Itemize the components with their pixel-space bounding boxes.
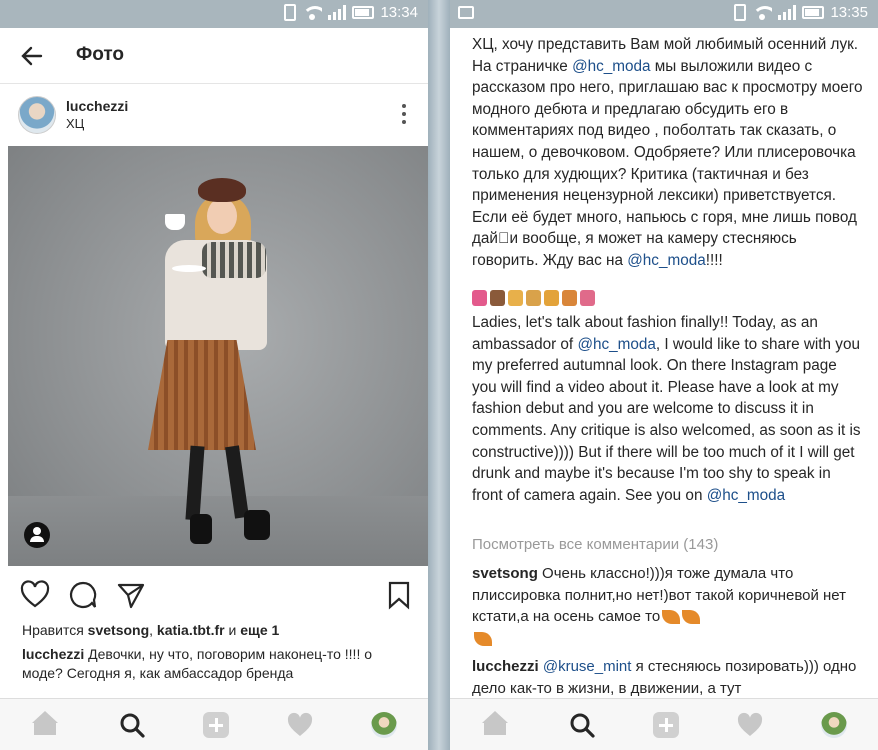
search-icon[interactable]: [118, 711, 146, 739]
likes-line: Нравится svetsong, katia.tbt.fr и еще 1: [22, 622, 418, 638]
post-username[interactable]: lucchezzi: [66, 98, 128, 114]
mention-hc-moda[interactable]: @hc_moda: [627, 252, 705, 269]
profile-avatar[interactable]: [370, 711, 398, 739]
comment-author[interactable]: svetsong: [472, 565, 538, 582]
caption-en-part2: , I would like to share with you my pref…: [472, 335, 861, 504]
add-icon[interactable]: [652, 711, 680, 739]
comment-svetsong: svetsong Очень классно!)))я тоже думала …: [472, 563, 862, 649]
screen-divider: [428, 0, 450, 750]
likes-more[interactable]: еще 1: [240, 622, 279, 638]
view-all-comments-link[interactable]: Посмотреть все комментарии (143): [472, 536, 718, 553]
wifi-icon: [302, 5, 323, 20]
photo-subject: [8, 146, 428, 566]
post-location[interactable]: ХЦ: [66, 116, 84, 131]
comment-author[interactable]: lucchezzi: [472, 658, 539, 675]
liker-svetsong[interactable]: svetsong: [88, 622, 149, 638]
app-bar: Фото: [0, 28, 428, 84]
likes-separator: ,: [149, 622, 157, 638]
left-screen: 13:34 Фото lucchezzi ХЦ Нравится svetson…: [0, 0, 428, 750]
caption-english: Ladies, let's talk about fashion finally…: [472, 312, 864, 506]
mention-kruse-mint[interactable]: @kruse_mint: [543, 658, 632, 675]
profile-avatar[interactable]: [820, 711, 848, 739]
share-icon[interactable]: [116, 580, 146, 610]
handbag-emoji-icon: [562, 290, 577, 306]
caption-ru-part2: мы выложили видео с рассказом про него, …: [472, 57, 863, 269]
post-header: lucchezzi ХЦ: [0, 90, 428, 144]
leaf-emoji-icon: [682, 610, 701, 625]
signal-icon: [328, 5, 347, 20]
post-photo[interactable]: [8, 146, 428, 566]
like-heart-icon[interactable]: [20, 580, 50, 610]
gallery-notification-icon: [458, 6, 474, 19]
leaf-emoji-icon: [474, 631, 492, 646]
likes-prefix: Нравится: [22, 622, 88, 638]
right-screen: 13:35 ХЦ, хочу представить Вам мой любим…: [450, 0, 878, 750]
purse-emoji-icon: [580, 290, 595, 306]
bottom-nav: [0, 698, 428, 750]
mention-hc-moda[interactable]: @hc_moda: [572, 58, 650, 75]
home-icon[interactable]: [482, 711, 510, 739]
status-bar: 13:34: [0, 0, 428, 28]
signal-icon: [778, 5, 797, 20]
back-arrow-icon[interactable]: [20, 44, 44, 68]
bottom-nav: [450, 698, 878, 750]
status-bar: 13:35: [450, 0, 878, 28]
vibrate-icon: [734, 4, 747, 21]
caption-author[interactable]: lucchezzi: [22, 646, 84, 662]
dress-emoji-icon: [472, 290, 487, 306]
comment-icon[interactable]: [68, 580, 98, 610]
status-time: 13:34: [380, 4, 418, 21]
more-options-icon[interactable]: [402, 104, 406, 124]
heel-emoji-icon: [508, 290, 523, 306]
caption-ru-part3: !!!!: [705, 251, 723, 269]
user-tag-icon[interactable]: [24, 522, 50, 548]
post-actions: [0, 576, 428, 616]
bookmark-icon[interactable]: [384, 580, 414, 610]
wifi-icon: [752, 5, 773, 20]
post-caption: lucchezzi Девочки, ну что, поговорим нак…: [22, 645, 402, 683]
add-icon[interactable]: [202, 711, 230, 739]
heart-icon[interactable]: [736, 711, 764, 739]
shirt-emoji-icon: [544, 290, 559, 306]
emoji-row: [472, 290, 595, 310]
sandal-emoji-icon: [526, 290, 541, 306]
heart-icon[interactable]: [286, 711, 314, 739]
search-icon[interactable]: [568, 711, 596, 739]
leaf-emoji-icon: [662, 610, 681, 625]
status-time: 13:35: [830, 4, 868, 21]
battery-icon: [802, 6, 825, 19]
mention-hc-moda[interactable]: @hc_moda: [577, 336, 655, 353]
user-avatar[interactable]: [18, 96, 56, 134]
caption-russian: ХЦ, хочу представить Вам мой любимый осе…: [472, 34, 864, 272]
comment-lucchezzi: lucchezzi @kruse_mint я стесняюсь позиро…: [472, 656, 862, 699]
liker-katia[interactable]: katia.tbt.fr: [157, 622, 225, 638]
boots-emoji-icon: [490, 290, 505, 306]
vibrate-icon: [284, 4, 297, 21]
battery-icon: [352, 6, 375, 19]
page-title: Фото: [76, 44, 125, 65]
mention-hc-moda[interactable]: @hc_moda: [707, 487, 785, 504]
home-icon[interactable]: [32, 711, 60, 739]
likes-and: и: [224, 622, 241, 638]
